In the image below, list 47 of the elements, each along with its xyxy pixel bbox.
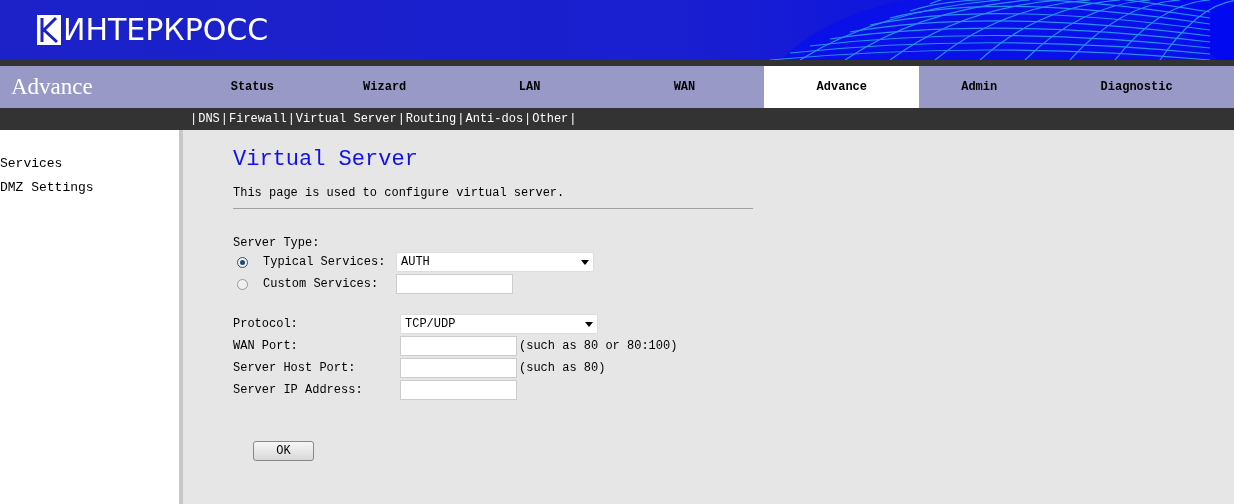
- dropdown[interactable]: TCP/UDP: [400, 314, 598, 334]
- nav-tab[interactable]: Wizard: [314, 66, 455, 108]
- field-hint: (such as 80): [519, 361, 606, 375]
- section-title: Advance: [10, 73, 94, 101]
- nav-tab[interactable]: Status: [189, 66, 315, 108]
- radio-button[interactable]: [237, 278, 248, 290]
- separator: |: [189, 112, 199, 126]
- separator: |: [523, 112, 533, 126]
- ok-button[interactable]: OK: [253, 441, 314, 461]
- field-label: Server Host Port:: [233, 361, 357, 375]
- field-label: Custom Services:: [263, 277, 380, 291]
- sidebar-item[interactable]: Services: [0, 152, 179, 176]
- separator: |: [219, 112, 229, 126]
- separator: |: [456, 112, 465, 126]
- field-label: WAN Port:: [233, 339, 299, 353]
- subnav-link[interactable]: Firewall: [229, 112, 287, 126]
- input-field[interactable]: [400, 358, 517, 378]
- page-description: This page is used to configure virtual server.: [233, 186, 566, 200]
- input-field[interactable]: [400, 336, 517, 356]
- field-hint: (such as 80 or 80:100): [519, 339, 678, 353]
- page-title: Virtual Server: [233, 146, 419, 174]
- nav-tab[interactable]: Diagnostic: [1039, 66, 1234, 108]
- nav-tab[interactable]: Admin: [919, 66, 1040, 108]
- logo-text: ИНТЕРКРОСС: [63, 15, 269, 45]
- separator: |: [568, 112, 578, 126]
- sidebar-item[interactable]: DMZ Settings: [0, 176, 179, 200]
- nav-tab[interactable]: Advance: [764, 66, 920, 108]
- field-label: Server IP Address:: [233, 383, 364, 397]
- subnav-link[interactable]: Virtual Server: [295, 112, 397, 126]
- caret-icon: [585, 321, 593, 327]
- field-label: Typical Services:: [263, 255, 387, 269]
- radio-button[interactable]: [237, 256, 248, 268]
- subnav-link[interactable]: Anti-dos: [465, 112, 524, 126]
- subnav-link[interactable]: DNS: [198, 112, 220, 126]
- subnav-link[interactable]: Routing: [405, 112, 457, 126]
- logo-icon: [37, 15, 61, 45]
- separator: |: [286, 112, 296, 126]
- nav-tab[interactable]: WAN: [604, 66, 765, 108]
- field-label: Server Type:: [233, 235, 321, 251]
- caret-icon: [581, 259, 589, 265]
- input-field[interactable]: [396, 274, 513, 294]
- subnav-link[interactable]: Other: [532, 112, 569, 126]
- dropdown[interactable]: AUTH: [396, 252, 594, 272]
- field-label: Protocol:: [233, 317, 299, 331]
- separator: |: [396, 112, 406, 126]
- input-field[interactable]: [400, 380, 517, 400]
- nav-tab[interactable]: LAN: [454, 66, 605, 108]
